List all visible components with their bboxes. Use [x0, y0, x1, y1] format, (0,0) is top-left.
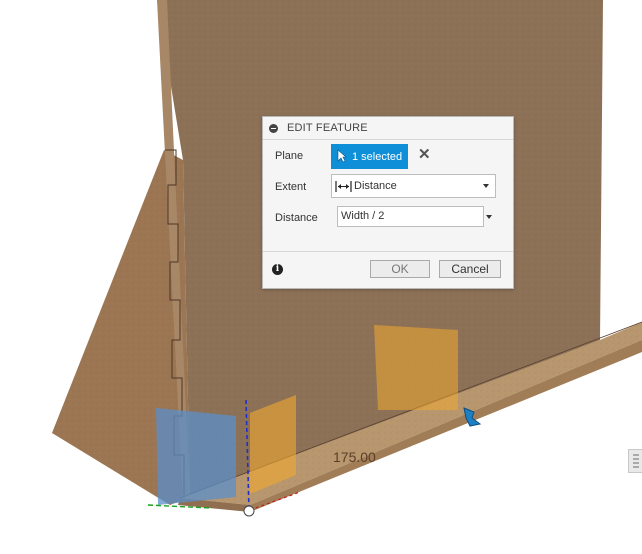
distance-label: Distance — [275, 212, 318, 224]
preview-plane-right — [374, 325, 458, 410]
dimension-label[interactable]: 175.00 — [333, 449, 376, 465]
edit-feature-dialog: EDIT FEATURE Plane 1 selected ✕ Extent D… — [262, 116, 514, 289]
info-icon[interactable]: i — [272, 264, 283, 275]
plane-selection-text: 1 selected — [352, 151, 403, 163]
chevron-down-icon — [483, 184, 489, 188]
extent-row: Extent Distance — [263, 174, 513, 200]
distance-dropdown-arrow-icon[interactable] — [486, 215, 492, 219]
extent-dropdown[interactable]: Distance — [331, 174, 496, 198]
extent-value: Distance — [354, 180, 397, 192]
plane-label: Plane — [275, 150, 304, 162]
distance-arrows-icon — [335, 181, 352, 192]
dialog-title: EDIT FEATURE — [287, 122, 368, 134]
origin-point[interactable] — [243, 505, 255, 517]
plane-row: Plane 1 selected ✕ — [263, 143, 513, 169]
dialog-divider — [263, 251, 513, 252]
distance-input[interactable]: Width / 2 — [337, 206, 484, 227]
clear-selection-icon[interactable]: ✕ — [418, 147, 431, 163]
dialog-header: EDIT FEATURE — [263, 117, 513, 140]
collapse-icon[interactable] — [269, 124, 278, 133]
panel-expand-tab[interactable] — [628, 449, 642, 473]
cancel-button[interactable]: Cancel — [439, 260, 501, 278]
ok-button[interactable]: OK — [370, 260, 430, 278]
distance-row: Distance Width / 2 — [263, 205, 513, 231]
plane-selection-button[interactable]: 1 selected — [331, 144, 408, 169]
selected-plane-preview[interactable] — [156, 408, 236, 505]
extent-label: Extent — [275, 181, 307, 193]
cursor-arrow-icon — [337, 149, 347, 163]
